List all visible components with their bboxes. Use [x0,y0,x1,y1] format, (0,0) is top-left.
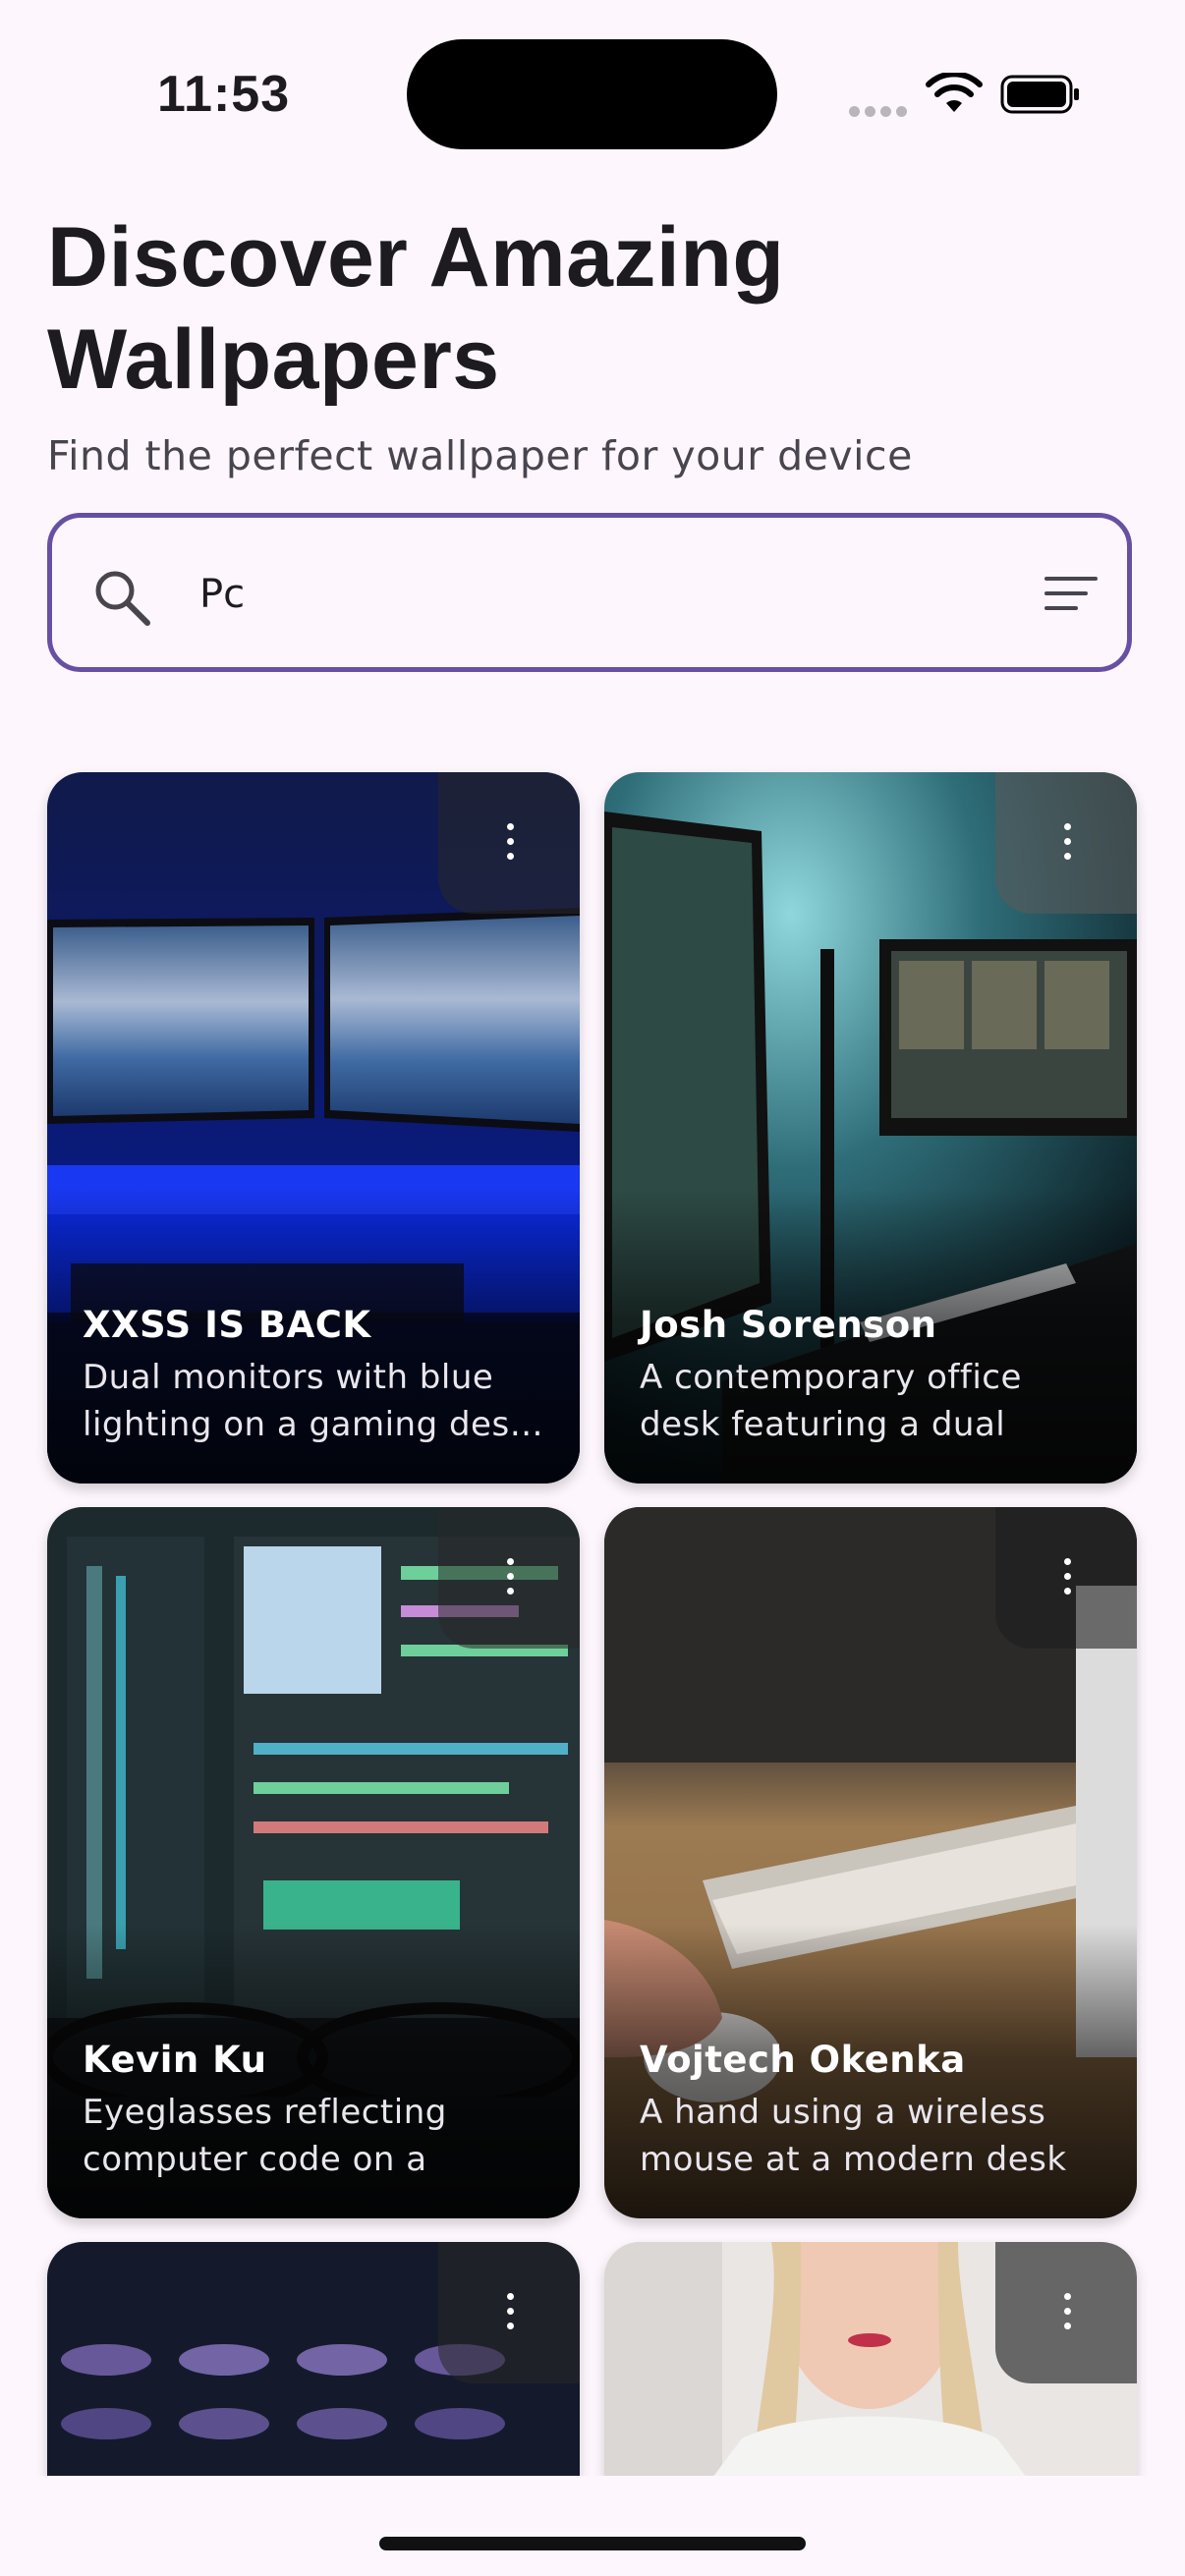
battery-icon [1000,75,1079,114]
page-title: Discover Amazing Wallpapers [47,210,785,407]
wallpaper-card[interactable]: XXSS IS BACK Dual monitors with blue lig… [47,772,580,1484]
cellular-signal-icon [849,102,912,121]
wallpaper-author: XXSS IS BACK [83,1304,371,1346]
wallpaper-card[interactable] [47,2242,580,2478]
wallpaper-card[interactable]: Kevin Ku Eyeglasses reflecting computer … [47,1507,580,2218]
wallpaper-author: Kevin Ku [83,2039,267,2081]
filter-icon[interactable] [1041,575,1100,614]
wallpaper-description: Eyeglasses reflecting computer code on a… [83,2093,447,2179]
search-input[interactable] [199,563,986,626]
status-time: 11:53 [157,66,291,123]
wallpaper-card[interactable]: Vojtech Okenka A hand using a wireless m… [604,1507,1137,2218]
more-options-button[interactable] [995,772,1137,914]
wallpaper-description: A hand using a wireless mouse at a moder… [640,2093,1067,2179]
more-options-button[interactable] [438,2242,580,2383]
wallpaper-author: Josh Sorenson [640,1304,937,1346]
wallpaper-description: Dual monitors with blue lighting on a ga… [83,1358,544,1444]
search-icon [95,571,150,626]
wallpaper-description: A contemporary office desk featuring a d… [640,1358,1022,1444]
dynamic-island [407,39,777,149]
more-options-button[interactable] [995,1507,1137,1649]
wallpaper-card[interactable] [604,2242,1137,2478]
more-options-button[interactable] [995,2242,1137,2383]
wallpaper-card[interactable]: Josh Sorenson A contemporary office desk… [604,772,1137,1484]
more-options-button[interactable] [438,1507,580,1649]
search-bar[interactable] [47,513,1132,672]
more-options-button[interactable] [438,772,580,914]
wallpaper-author: Vojtech Okenka [640,2039,966,2081]
bottom-area [0,2476,1185,2576]
page-subtitle: Find the perfect wallpaper for your devi… [47,432,913,479]
wifi-icon [926,73,983,112]
home-indicator[interactable] [379,2537,806,2550]
